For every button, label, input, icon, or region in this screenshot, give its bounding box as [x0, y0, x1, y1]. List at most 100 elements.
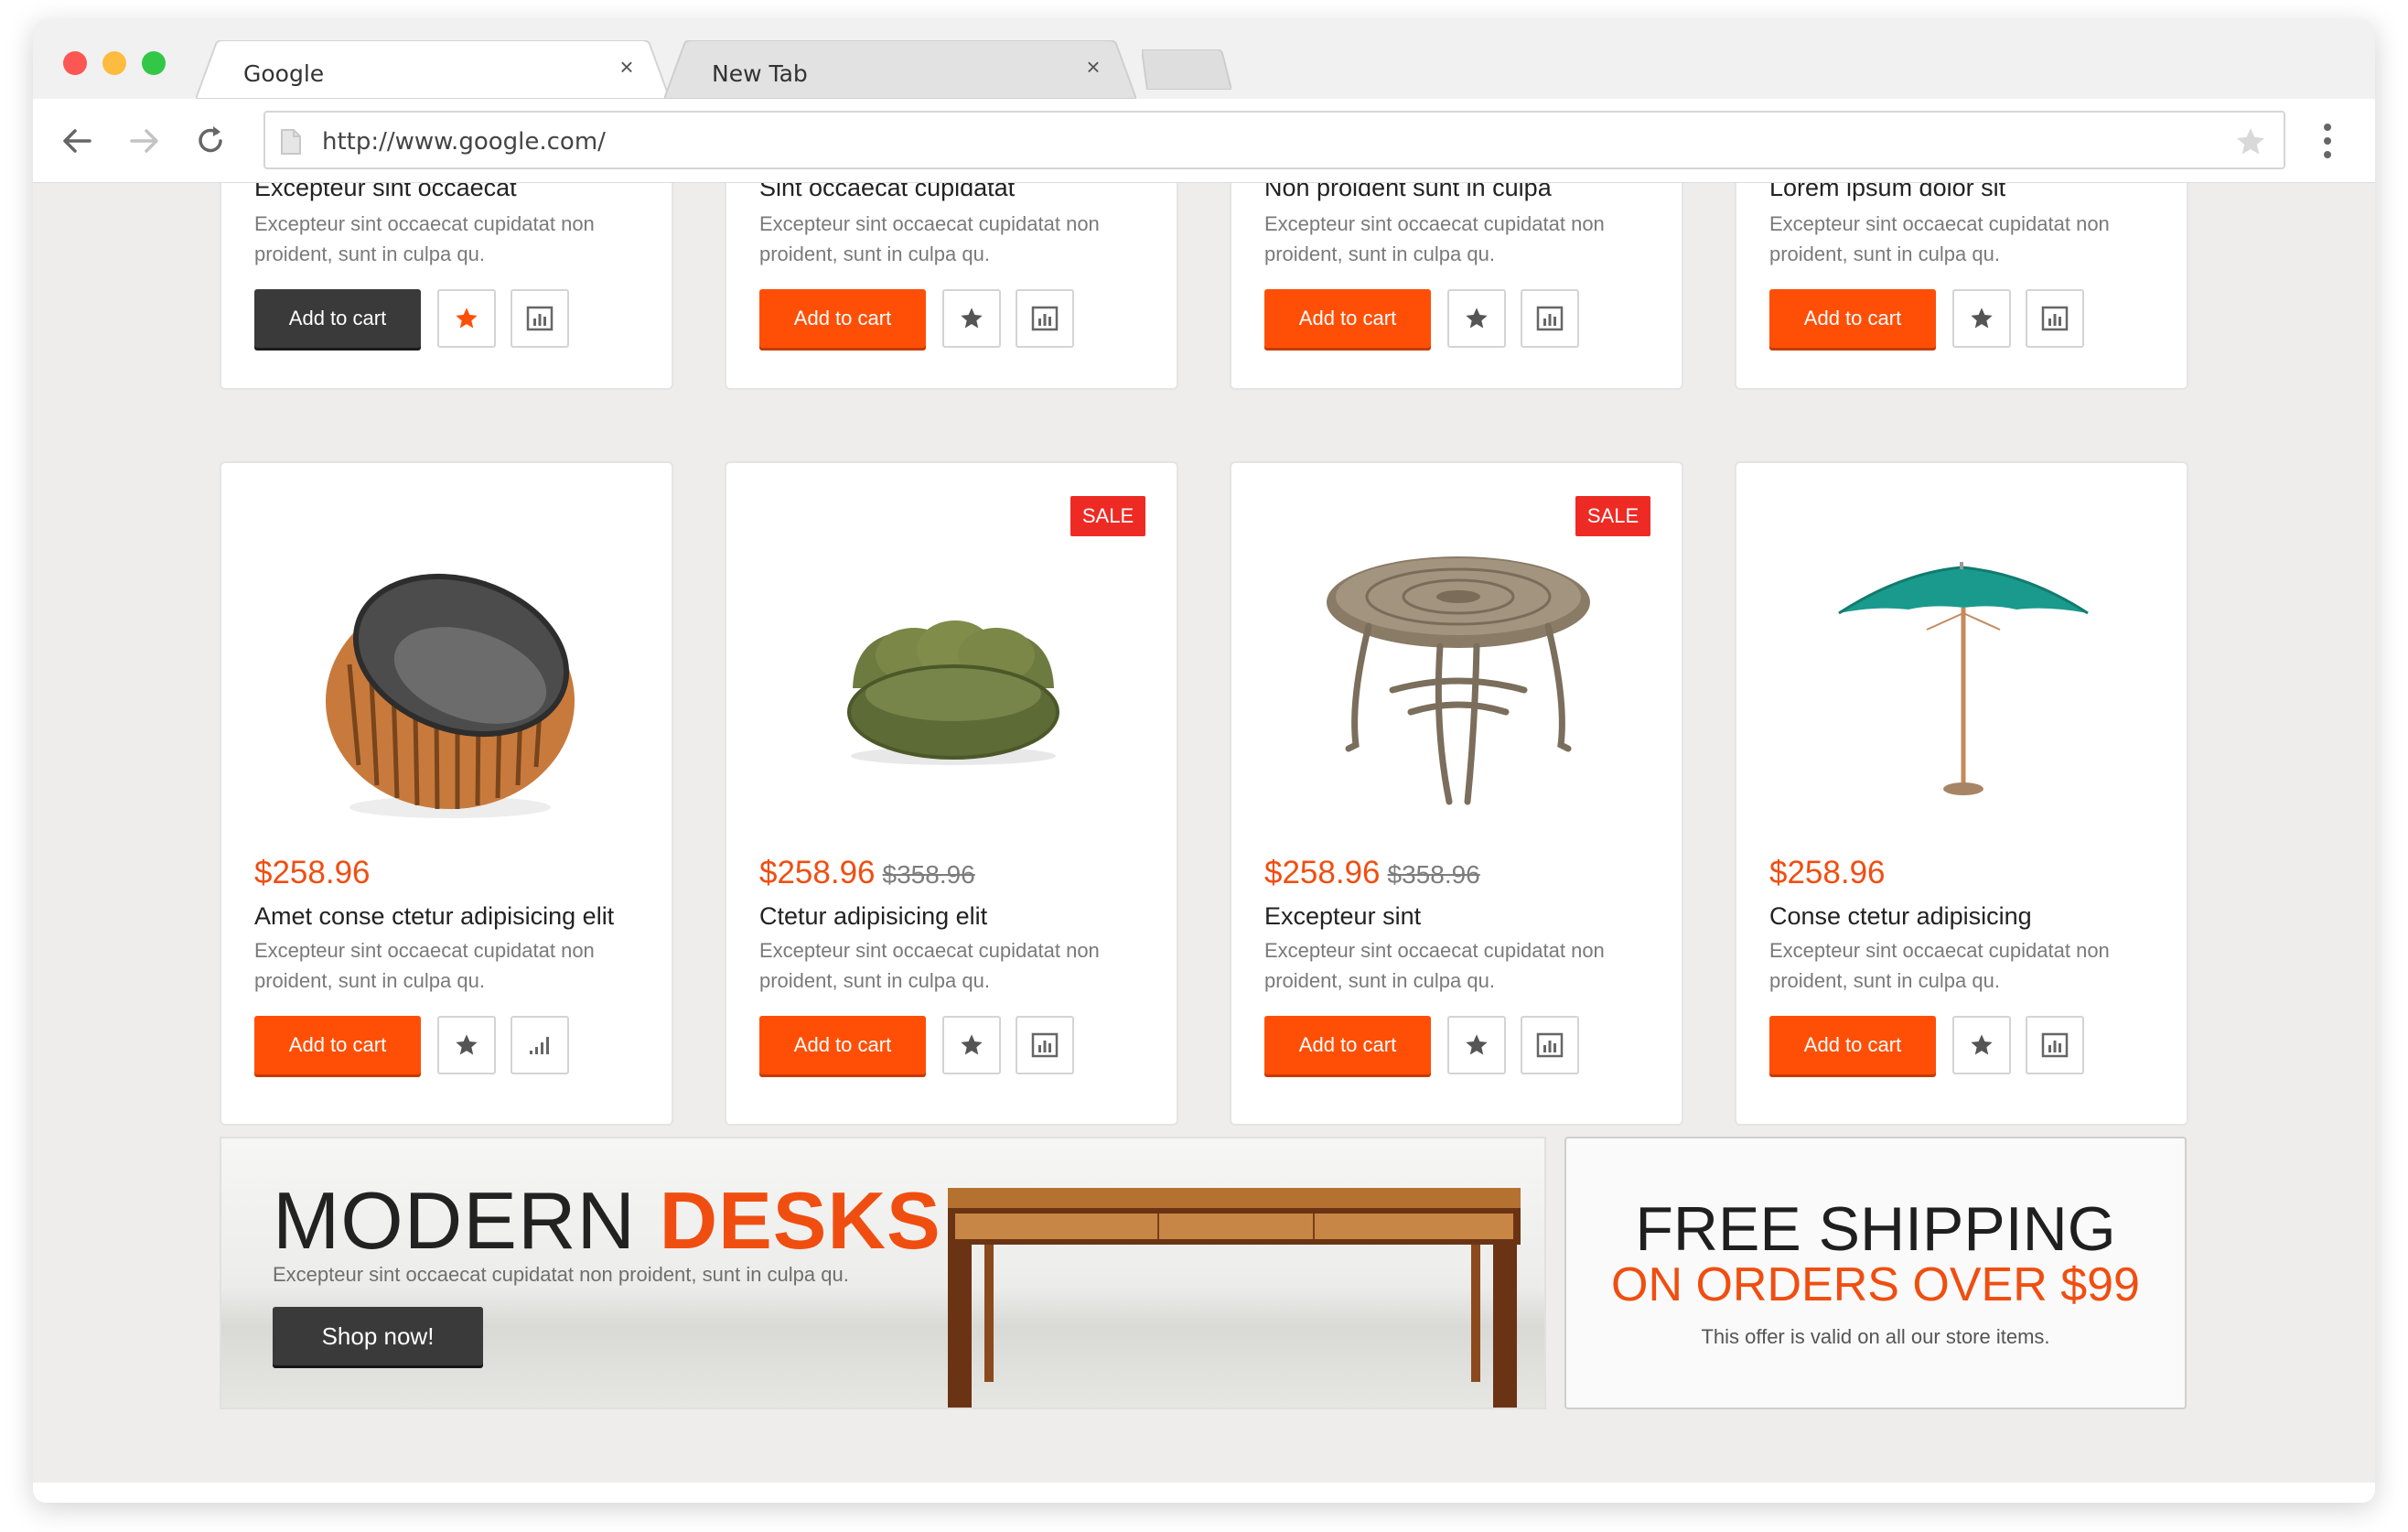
browser-toolbar: http://www.google.com/ [33, 99, 2375, 183]
maximize-window-button[interactable] [142, 51, 166, 75]
minimize-window-button[interactable] [102, 51, 126, 75]
product-title[interactable]: Conse ctetur adipisicing [1769, 902, 2032, 931]
product-image [847, 620, 1059, 765]
star-icon [456, 1034, 478, 1055]
add-to-cart-button[interactable]: Add to cart [254, 1016, 421, 1074]
star-icon [961, 1034, 983, 1055]
compare-button[interactable] [511, 289, 569, 348]
page-document-icon [281, 129, 301, 155]
current-price: $258.96 [759, 855, 876, 890]
star-icon [1466, 1034, 1488, 1055]
product-card: $258.96 Conse ctetur adipisicing Excepte… [1735, 461, 2188, 1126]
shop-now-button[interactable]: Shop now! [273, 1307, 483, 1365]
add-to-cart-button[interactable]: Add to cart [254, 289, 421, 348]
product-description: Excepteur sint occaecat cupidatat non pr… [1264, 212, 1605, 265]
wishlist-button[interactable] [942, 289, 1001, 348]
product-card: Lorem ipsum dolor sit Excepteur sint occ… [1735, 183, 2188, 390]
tab-bar: Google × New Tab × [33, 20, 2375, 99]
close-tab-icon[interactable]: × [617, 55, 637, 79]
product-card: Non proident sunt in culpa Excepteur sin… [1230, 183, 1683, 390]
product-price: $258.96 $358.96 [759, 855, 975, 891]
add-to-cart-button[interactable]: Add to cart [1769, 1016, 1936, 1074]
star-icon [456, 307, 478, 329]
compare-button[interactable] [2026, 1016, 2084, 1074]
product-image-link[interactable] [726, 518, 1177, 829]
compare-button[interactable] [1521, 1016, 1579, 1074]
shipping-subheading: ON ORDERS OVER $99 [1611, 1258, 2140, 1311]
wishlist-button[interactable] [942, 1016, 1001, 1074]
new-tab-button[interactable] [1142, 49, 1231, 90]
modern-desks-banner[interactable]: MODERN DESKS Excepteur sint occaecat cup… [220, 1137, 1546, 1409]
product-description: Excepteur sint occaecat cupidatat non pr… [759, 212, 1100, 265]
product-card: Excepteur sint occaecat Excepteur sint o… [220, 183, 673, 390]
add-to-cart-button[interactable]: Add to cart [759, 1016, 926, 1074]
star-icon [1466, 307, 1488, 329]
compare-chart-icon [1031, 1032, 1059, 1058]
star-icon [1971, 1034, 1993, 1055]
product-image-link[interactable] [221, 518, 672, 829]
add-to-cart-button[interactable]: Add to cart [759, 289, 926, 348]
compare-button[interactable] [2026, 289, 2084, 348]
back-arrow-icon[interactable] [57, 121, 97, 161]
current-price: $258.96 [254, 855, 371, 890]
old-price: $358.96 [882, 860, 975, 889]
product-image-link[interactable] [1231, 518, 1682, 829]
product-description: Excepteur sint occaecat cupidatat non pr… [1264, 939, 1605, 992]
old-price: $358.96 [1387, 860, 1480, 889]
wishlist-button[interactable] [437, 1016, 496, 1074]
signal-bars-icon [530, 1037, 549, 1054]
product-title[interactable]: Ctetur adipisicing elit [759, 902, 987, 931]
url-text[interactable]: http://www.google.com/ [322, 128, 606, 156]
product-title[interactable]: Sint occaecat cupidatat [759, 183, 1015, 202]
banner-heading-accent: DESKS [659, 1175, 941, 1266]
product-price: $258.96 [254, 855, 371, 891]
compare-button[interactable] [1016, 289, 1074, 348]
product-card: SALE $258.96 $358.96 Ctetur adipisicing e… [725, 461, 1178, 1126]
add-to-cart-button[interactable]: Add to cart [1769, 289, 1936, 348]
product-image [1838, 562, 2089, 795]
star-icon [1971, 307, 1993, 329]
wishlist-button[interactable] [1447, 289, 1506, 348]
add-to-cart-button[interactable]: Add to cart [1264, 1016, 1431, 1074]
product-title[interactable]: Excepteur sint occaecat [254, 183, 517, 202]
product-title[interactable]: Non proident sunt in culpa [1264, 183, 1552, 202]
product-title[interactable]: Lorem ipsum dolor sit [1769, 183, 2005, 202]
close-tab-icon[interactable]: × [1083, 55, 1103, 79]
wishlist-button[interactable] [1952, 1016, 2011, 1074]
current-price: $258.96 [1264, 855, 1381, 890]
wishlist-button[interactable] [1447, 1016, 1506, 1074]
browser-window: Google × New Tab × http://www.google.com… [33, 20, 2375, 1503]
wishlist-button[interactable] [1952, 289, 2011, 348]
tab-new-tab[interactable]: New Tab × [664, 40, 1136, 99]
compare-chart-icon [1031, 306, 1059, 331]
product-image-link[interactable] [1736, 518, 2187, 829]
product-price: $258.96 [1769, 855, 1886, 891]
product-description: Excepteur sint occaecat cupidatat non pr… [1769, 939, 2110, 992]
product-title[interactable]: Amet conse ctetur adipisicing elit [254, 902, 614, 931]
free-shipping-banner[interactable]: FREE SHIPPING ON ORDERS OVER $99 This of… [1564, 1137, 2187, 1409]
page-content: Excepteur sint occaecat Excepteur sint o… [33, 183, 2375, 1503]
compare-button[interactable] [1016, 1016, 1074, 1074]
product-price: $258.96 $358.96 [1264, 855, 1480, 891]
wishlist-button[interactable] [437, 289, 496, 348]
forward-arrow-icon[interactable] [124, 121, 165, 161]
tab-label: Google [243, 60, 325, 87]
compare-button[interactable] [511, 1016, 569, 1074]
compare-button[interactable] [1521, 289, 1579, 348]
address-bar[interactable]: http://www.google.com/ [263, 111, 2285, 169]
browser-menu-icon[interactable] [2317, 119, 2338, 163]
product-description: Excepteur sint occaecat cupidatat non pr… [759, 939, 1100, 992]
reload-icon[interactable] [190, 121, 231, 161]
product-title[interactable]: Excepteur sint [1264, 902, 1421, 931]
compare-chart-icon [526, 306, 554, 331]
compare-chart-icon [1536, 1032, 1564, 1058]
banner-heading: MODERN DESKS [273, 1179, 941, 1263]
current-price: $258.96 [1769, 855, 1886, 890]
product-image [326, 573, 575, 818]
tab-google[interactable]: Google × [196, 40, 670, 99]
add-to-cart-button[interactable]: Add to cart [1264, 289, 1431, 348]
product-card: $258.96 Amet conse ctetur adipisicing el… [220, 461, 673, 1126]
bookmark-star-icon[interactable] [2234, 125, 2267, 158]
close-window-button[interactable] [63, 51, 87, 75]
product-description: Excepteur sint occaecat cupidatat non pr… [254, 212, 595, 265]
